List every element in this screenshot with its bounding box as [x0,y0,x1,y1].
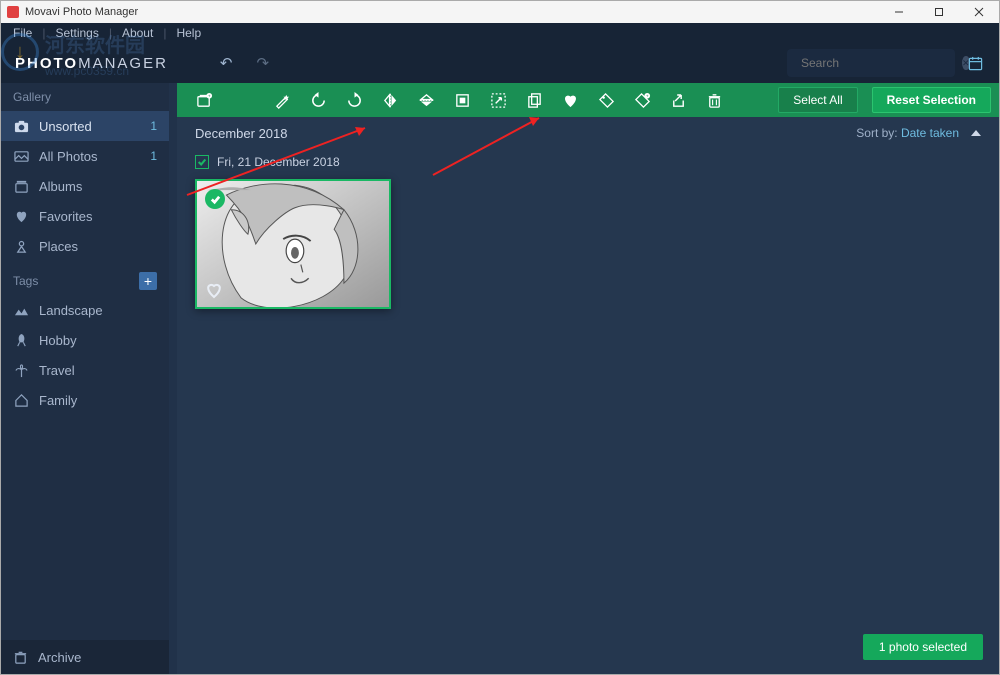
export-button[interactable] [664,85,694,115]
rocket-icon [13,332,29,348]
sidebar-item-count: 1 [150,149,157,163]
selection-status: 1 photo selected [863,634,983,660]
add-to-album-button[interactable]: + [189,85,219,115]
sidebar-tags-header: Tags + [1,267,169,295]
collapse-icon[interactable] [971,130,981,136]
reset-selection-button[interactable]: Reset Selection [872,87,991,113]
flip-horizontal-button[interactable] [376,85,406,115]
sort-by[interactable]: Sort by: Date taken [856,126,959,140]
camera-icon [13,118,29,134]
brand-light: MANAGER [78,55,168,72]
menu-about[interactable]: About [116,26,159,40]
sidebar-item-favorites[interactable]: Favorites [1,201,169,231]
sidebar-tag-landscape[interactable]: Landscape [1,295,169,325]
month-header-row: December 2018 Sort by: Date taken [177,117,999,149]
photo-image [197,181,389,307]
sidebar-item-count: 1 [150,119,157,133]
sidebar-item-label: Places [39,239,78,254]
auto-enhance-button[interactable] [268,85,298,115]
select-all-button[interactable]: Select All [778,87,857,113]
svg-text:+: + [207,94,210,99]
sidebar: Gallery Unsorted 1 All Photos 1 Albums F… [1,83,169,674]
month-header-label: December 2018 [195,126,288,141]
titlebar: Movavi Photo Manager [1,1,999,23]
archive-label: Archive [38,650,81,665]
sidebar-item-label: All Photos [39,149,98,164]
search-input[interactable] [801,56,956,70]
group-checkbox[interactable] [195,155,209,169]
places-icon [13,238,29,254]
sidebar-scrollbar[interactable] [169,83,177,674]
crop-button[interactable] [448,85,478,115]
menu-help[interactable]: Help [170,26,207,40]
group-date-label: Fri, 21 December 2018 [217,155,340,169]
sidebar-item-albums[interactable]: Albums [1,171,169,201]
add-tag-button[interactable]: + [139,272,157,290]
heart-icon [13,208,29,224]
sidebar-item-label: Travel [39,363,75,378]
sidebar-item-label: Landscape [39,303,103,318]
sidebar-item-label: Family [39,393,77,408]
sidebar-tag-hobby[interactable]: Hobby [1,325,169,355]
menubar: File| Settings| About| Help ↓ 河东软件园 www.… [1,23,999,43]
calendar-icon [968,56,983,71]
sidebar-item-label: Unsorted [39,119,92,134]
appbar: PHOTO MANAGER ↶ ↷ ✕ [1,43,999,83]
favorite-button[interactable] [556,85,586,115]
sidebar-tag-family[interactable]: Family [1,385,169,415]
sidebar-item-all-photos[interactable]: All Photos 1 [1,141,169,171]
selected-check-icon[interactable] [205,189,225,209]
sidebar-item-places[interactable]: Places [1,231,169,261]
flip-vertical-button[interactable] [412,85,442,115]
copy-button[interactable] [520,85,550,115]
rotate-left-button[interactable] [304,85,334,115]
search-box[interactable]: ✕ [787,49,955,77]
favorite-heart-icon[interactable] [205,281,223,299]
landscape-icon [13,302,29,318]
delete-button[interactable] [700,85,730,115]
window-title: Movavi Photo Manager [25,6,138,18]
photo-group: Fri, 21 December 2018 [177,149,999,309]
resize-button[interactable] [484,85,514,115]
group-date-row[interactable]: Fri, 21 December 2018 [195,155,981,169]
main-panel: + + Select All Reset Selection [177,83,999,674]
menu-file[interactable]: File [7,26,38,40]
sidebar-tag-travel[interactable]: Travel [1,355,169,385]
brand-logo: PHOTO MANAGER [15,55,168,72]
selection-toolbar: + + Select All Reset Selection [177,83,999,117]
menu-settings[interactable]: Settings [49,26,104,40]
sidebar-gallery-header: Gallery [1,83,169,111]
albums-icon [13,178,29,194]
svg-text:+: + [646,94,649,99]
sidebar-item-label: Hobby [39,333,77,348]
redo-button[interactable]: ↷ [257,54,270,72]
sidebar-item-unsorted[interactable]: Unsorted 1 [1,111,169,141]
brand-heavy: PHOTO [15,55,78,72]
calendar-button[interactable] [961,49,989,77]
sidebar-archive[interactable]: Archive [1,640,169,674]
sidebar-item-label: Albums [39,179,82,194]
tag-button[interactable] [592,85,622,115]
close-button[interactable] [959,1,999,23]
palm-icon [13,362,29,378]
trash-icon [13,650,28,665]
sidebar-item-label: Favorites [39,209,92,224]
photos-icon [13,148,29,164]
home-icon [13,392,29,408]
add-tag-button[interactable]: + [628,85,658,115]
rotate-right-button[interactable] [340,85,370,115]
undo-button[interactable]: ↶ [220,54,233,72]
app-icon [7,6,19,18]
photo-thumbnail[interactable] [195,179,391,309]
minimize-button[interactable] [879,1,919,23]
maximize-button[interactable] [919,1,959,23]
